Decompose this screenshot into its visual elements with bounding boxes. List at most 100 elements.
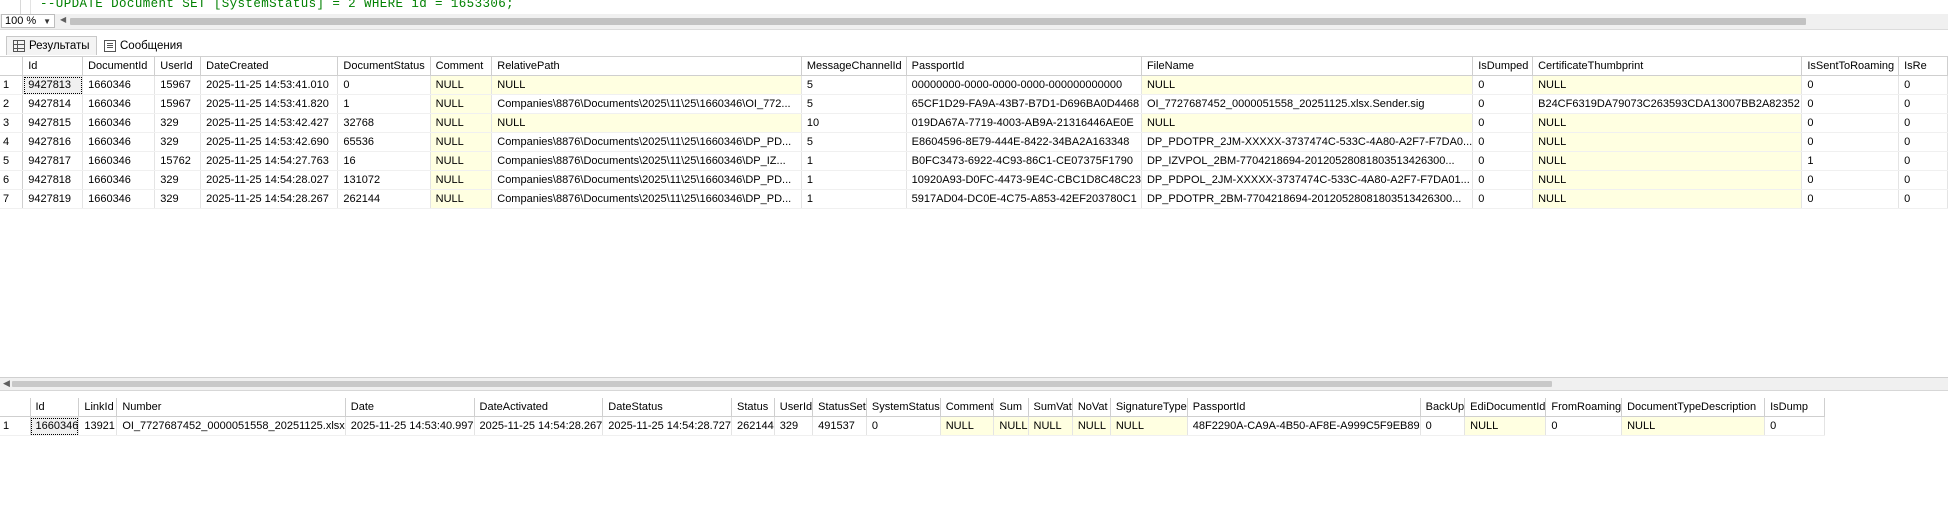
table-cell[interactable]: 329 xyxy=(154,170,202,190)
code-line[interactable]: --UPDATE Document SET [SystemStatus] = 2… xyxy=(40,0,514,11)
table-cell[interactable]: DP_PDPOL_2JM-XXXXX-3737474C-533C-4A80-A2… xyxy=(1141,170,1474,190)
table-cell[interactable]: NULL xyxy=(430,189,493,209)
table-cell[interactable]: 65CF1D29-FA9A-43B7-B7D1-D696BA0D4468 xyxy=(906,94,1142,114)
column-header[interactable]: FromRoaming xyxy=(1545,398,1623,417)
table-cell[interactable]: 0 xyxy=(1764,416,1826,436)
table-cell[interactable]: 1 xyxy=(1801,151,1900,171)
table-row[interactable]: 4 9427816 1660346 329 2025-11-25 14:53:42.69… xyxy=(0,132,1948,152)
scroll-left-icon[interactable]: ◀ xyxy=(3,378,10,389)
table-cell[interactable]: 10920A93-D0FC-4473-9E4C-CBC1D8C48C23 xyxy=(906,170,1142,190)
row-number[interactable]: 3 xyxy=(0,113,24,133)
table-cell[interactable]: NULL xyxy=(1141,75,1474,95)
table-cell[interactable]: Companies\8876\Documents\2025\11\25\1660… xyxy=(491,189,802,209)
column-header[interactable]: IsRe xyxy=(1898,57,1948,76)
table-row[interactable]: 2 9427814 1660346 15967 2025-11-25 14:53:41.… xyxy=(0,94,1948,114)
table-cell[interactable]: NULL xyxy=(1072,416,1111,436)
column-header[interactable]: DateStatus xyxy=(602,398,733,417)
table-cell[interactable]: 0 xyxy=(1898,132,1948,152)
table-cell[interactable]: 1 xyxy=(801,151,907,171)
corner-cell[interactable] xyxy=(0,57,24,76)
column-header[interactable]: Id xyxy=(22,57,84,76)
table-cell[interactable]: NULL xyxy=(430,94,493,114)
table-cell[interactable]: NULL xyxy=(993,416,1029,436)
table-cell[interactable]: 0 xyxy=(866,416,941,436)
table-cell[interactable]: 1660346 xyxy=(82,75,156,95)
table-cell[interactable]: NULL xyxy=(1532,75,1803,95)
table-cell[interactable]: 1660346 xyxy=(82,94,156,114)
tab-messages[interactable]: Сообщения xyxy=(98,36,188,55)
table-cell[interactable]: 0 xyxy=(1801,132,1900,152)
table-cell[interactable]: 9427816 xyxy=(22,132,84,152)
table-cell[interactable]: Companies\8876\Documents\2025\11\25\1660… xyxy=(491,94,802,114)
results-grid-2[interactable]: Id LinkId Number Date DateActivated Date… xyxy=(0,398,1948,507)
column-header[interactable]: UserId xyxy=(154,57,202,76)
table-cell[interactable]: NULL xyxy=(430,170,493,190)
table-cell[interactable]: 2025-11-25 14:54:28.267 xyxy=(474,416,604,436)
column-header[interactable]: Comment xyxy=(940,398,995,417)
row-number[interactable]: 7 xyxy=(0,189,24,209)
table-cell[interactable]: 0 xyxy=(1472,189,1534,209)
table-row[interactable]: 3 9427815 1660346 329 2025-11-25 14:53:42.42… xyxy=(0,113,1948,133)
table-cell[interactable]: 2025-11-25 14:53:42.690 xyxy=(200,132,339,152)
table-cell[interactable]: NULL xyxy=(430,75,493,95)
table-cell[interactable]: NULL xyxy=(491,75,802,95)
table-cell[interactable]: 9427815 xyxy=(22,113,84,133)
table-cell[interactable]: 9427819 xyxy=(22,189,84,209)
column-header[interactable]: StatusSet xyxy=(812,398,867,417)
table-cell[interactable]: 0 xyxy=(1801,94,1900,114)
table-cell[interactable]: 1 xyxy=(801,170,907,190)
column-header[interactable]: IsDumped xyxy=(1472,57,1534,76)
column-header[interactable]: IsDump xyxy=(1764,398,1826,417)
table-cell[interactable]: 262144 xyxy=(337,189,431,209)
table-cell[interactable]: OI_7727687452_0000051558_20251125.xlsx.S… xyxy=(1141,94,1474,114)
table-cell[interactable]: Companies\8876\Documents\2025\11\25\1660… xyxy=(491,132,802,152)
table-cell[interactable]: DP_IZVPOL_2BM-7704218694-201205280818035… xyxy=(1141,151,1474,171)
table-cell[interactable]: E8604596-8E79-444E-8422-34BA2A163348 xyxy=(906,132,1142,152)
table-cell[interactable]: DP_PDOTPR_2BM-7704218694-201205280818035… xyxy=(1141,189,1474,209)
table-cell[interactable]: 48F2290A-CA9A-4B50-AF8E-A999C5F9EB89 xyxy=(1187,416,1421,436)
table-cell[interactable]: NULL xyxy=(1532,132,1803,152)
table-cell[interactable]: 1 xyxy=(337,94,431,114)
column-header[interactable]: LinkId xyxy=(78,398,118,417)
column-header[interactable]: Status xyxy=(731,398,775,417)
editor-horizontal-scrollbar[interactable]: ◀ xyxy=(58,15,1948,26)
table-cell[interactable]: 0 xyxy=(1472,94,1534,114)
column-header[interactable]: DateCreated xyxy=(200,57,339,76)
table-cell[interactable]: 32768 xyxy=(337,113,431,133)
column-header[interactable]: Id xyxy=(30,398,80,417)
table-cell[interactable]: 0 xyxy=(1545,416,1623,436)
table-cell[interactable]: 10 xyxy=(801,113,907,133)
table-cell[interactable]: 1 xyxy=(801,189,907,209)
table-row[interactable]: 5 9427817 1660346 15762 2025-11-25 14:54:27.… xyxy=(0,151,1948,171)
table-cell[interactable]: 1660346 xyxy=(82,189,156,209)
table-cell[interactable]: 9427818 xyxy=(22,170,84,190)
table-cell[interactable]: 0 xyxy=(1801,113,1900,133)
table-cell[interactable]: NULL xyxy=(430,151,493,171)
column-header[interactable]: SumVat xyxy=(1028,398,1073,417)
column-header[interactable]: Date xyxy=(345,398,475,417)
table-cell[interactable]: NULL xyxy=(491,113,802,133)
table-cell[interactable]: 9427817 xyxy=(22,151,84,171)
table-row[interactable]: 7 9427819 1660346 329 2025-11-25 14:54:28.26… xyxy=(0,189,1948,209)
table-cell[interactable]: 0 xyxy=(1472,170,1534,190)
column-header[interactable]: DocumentTypeDescription xyxy=(1621,398,1766,417)
table-cell[interactable]: 15967 xyxy=(154,75,202,95)
column-header[interactable]: NoVat xyxy=(1072,398,1111,417)
table-cell[interactable]: 1660346 xyxy=(82,113,156,133)
column-header[interactable]: Comment xyxy=(430,57,493,76)
table-cell[interactable]: 15762 xyxy=(154,151,202,171)
table-cell[interactable]: 9427814 xyxy=(22,94,84,114)
table-cell[interactable]: 0 xyxy=(1801,75,1900,95)
table-cell[interactable]: NULL xyxy=(1621,416,1766,436)
table-cell[interactable]: 329 xyxy=(774,416,814,436)
table-cell[interactable]: 0 xyxy=(1472,75,1534,95)
table-cell[interactable]: 0 xyxy=(1801,189,1900,209)
column-header[interactable]: SignatureType xyxy=(1110,398,1188,417)
table-cell[interactable]: 329 xyxy=(154,113,202,133)
table-cell[interactable]: OI_7727687452_0000051558_20251125.xlsx xyxy=(116,416,346,436)
table-cell[interactable]: 0 xyxy=(1898,75,1948,95)
table-cell[interactable]: 329 xyxy=(154,189,202,209)
column-header[interactable]: CertificateThumbprint xyxy=(1532,57,1803,76)
column-header[interactable]: SystemStatus xyxy=(866,398,941,417)
table-cell[interactable]: 00000000-0000-0000-0000-000000000000 xyxy=(906,75,1142,95)
